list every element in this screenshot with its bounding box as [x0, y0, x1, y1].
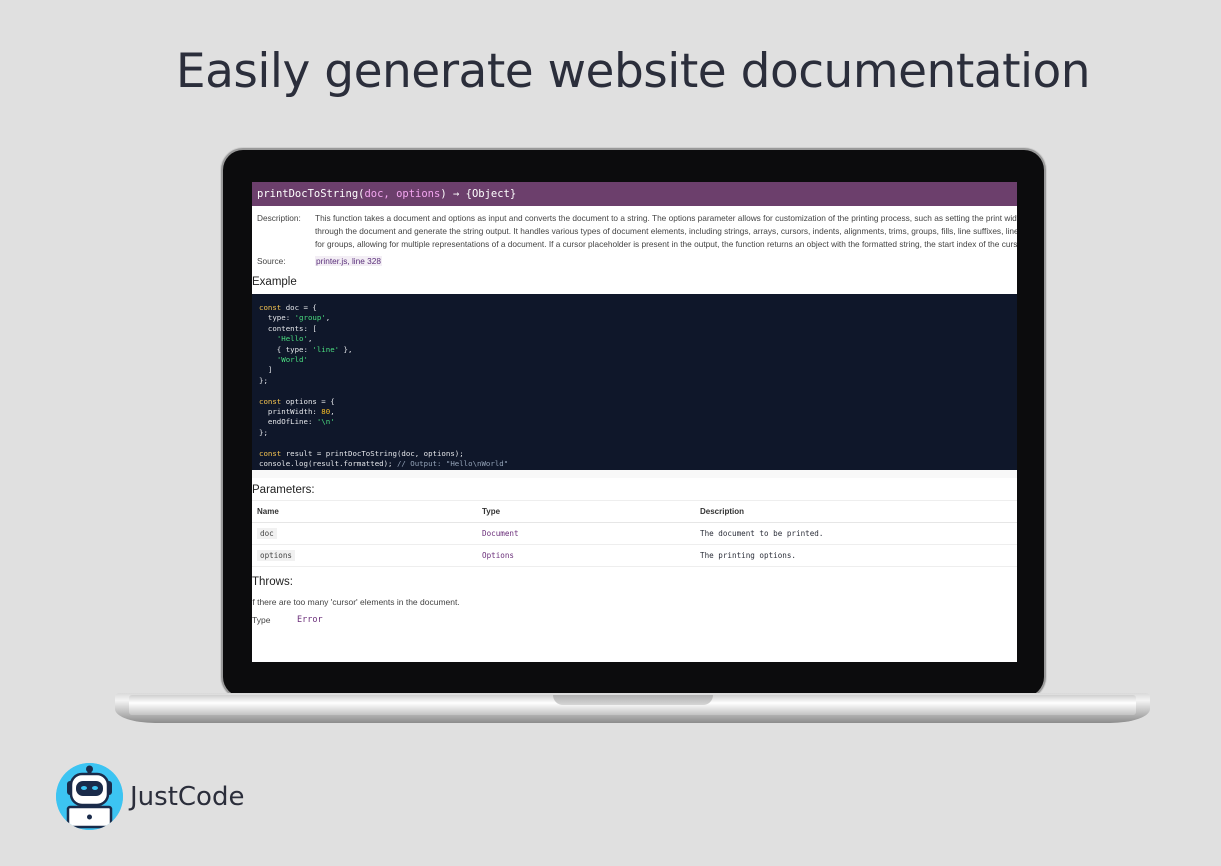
- brand-name: JustCode: [130, 782, 245, 812]
- table-row: options Options The printing options.: [252, 544, 1017, 567]
- description-line: through the document and generate the st…: [315, 226, 1017, 236]
- header-type: Type: [477, 500, 695, 523]
- description-text: This function takes a document and optio…: [315, 212, 1017, 251]
- param-type[interactable]: Options: [477, 544, 695, 567]
- description-label: Description:: [257, 213, 301, 223]
- description-line: This function takes a document and optio…: [315, 213, 1017, 223]
- example-heading: Example: [252, 276, 297, 288]
- description-line: for groups, allowing for multiple repres…: [315, 239, 1017, 249]
- laptop-notch: [553, 695, 713, 705]
- example-code-block: const doc = { type: 'group', contents: […: [252, 294, 1017, 470]
- param-description: The printing options.: [695, 544, 1017, 567]
- header-name: Name: [252, 500, 477, 523]
- throws-heading: Throws:: [252, 576, 293, 588]
- param-description: The document to be printed.: [695, 522, 1017, 545]
- function-params: doc, options: [364, 188, 441, 200]
- param-type[interactable]: Document: [477, 522, 695, 545]
- description-row: Description: This function takes a docum…: [257, 212, 1017, 251]
- param-name: options: [257, 550, 296, 561]
- parameters-table: Name Type Description doc Document The d…: [252, 500, 1017, 567]
- robot-laptop-icon: [56, 763, 123, 830]
- function-meta: Description: This function takes a docum…: [252, 206, 1017, 268]
- source-label: Source:: [257, 256, 286, 266]
- type-label: Type: [252, 615, 271, 625]
- source-link[interactable]: printer.js, line 328: [315, 256, 383, 266]
- function-signature: printDocToString(doc, options) → {Object…: [252, 182, 1017, 206]
- table-header-row: Name Type Description: [252, 500, 1017, 523]
- type-value[interactable]: Error: [297, 615, 323, 625]
- function-name: printDocToString(: [257, 188, 365, 200]
- function-returns: → {Object}: [446, 188, 517, 200]
- parameters-heading: Parameters:: [252, 484, 315, 496]
- throws-type-row: Type Error: [252, 615, 1017, 625]
- param-name: doc: [257, 528, 277, 539]
- table-row: doc Document The document to be printed.: [252, 522, 1017, 545]
- source-row: Source: printer.js, line 328: [257, 255, 1017, 268]
- page-headline: Easily generate website documentation: [175, 44, 1091, 99]
- laptop-screen: printDocToString(doc, options) → {Object…: [252, 182, 1017, 662]
- header-description: Description: [695, 500, 1017, 523]
- throws-text: If there are too many 'cursor' elements …: [252, 597, 460, 607]
